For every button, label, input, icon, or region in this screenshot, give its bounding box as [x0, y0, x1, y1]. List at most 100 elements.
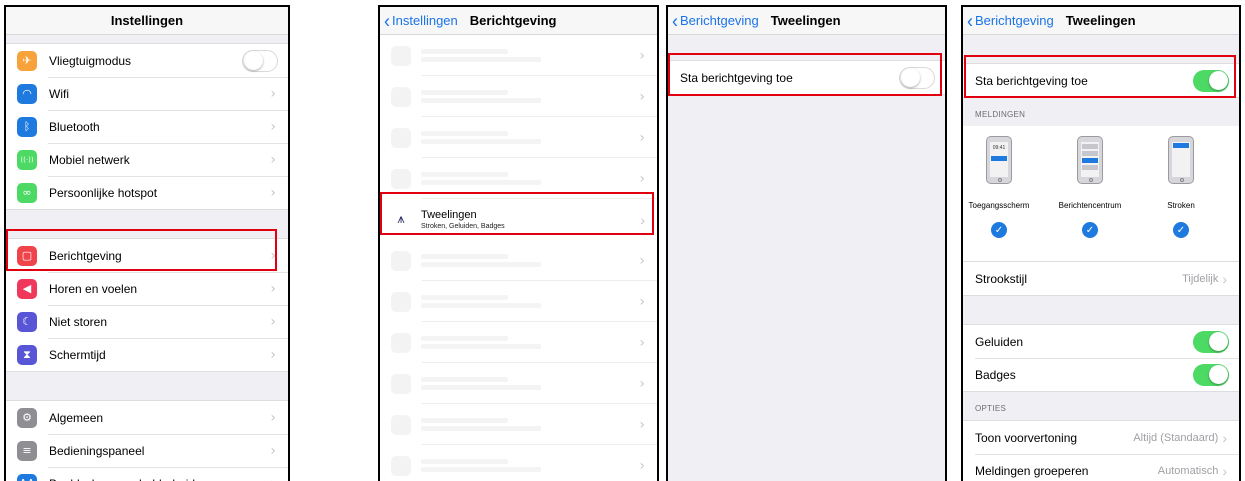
alert-style-picker: 09:41 Toegangsscherm Berichtencentrum St…	[963, 126, 1239, 262]
chevron-right-icon: ›	[640, 211, 645, 228]
allow-notifications-toggle[interactable]	[1193, 69, 1229, 92]
allow-notifications-toggle[interactable]	[899, 66, 935, 89]
lockscreen-phone-icon[interactable]: 09:41	[986, 136, 1012, 184]
app-icon	[391, 455, 411, 476]
settings-row-control-center[interactable]: ≡ Bedieningspaneel ›	[6, 434, 288, 467]
chevron-right-icon: ›	[1222, 270, 1227, 287]
settings-row-hourglass[interactable]: ⧗ Schermtijd ›	[6, 338, 288, 371]
checkmark-icon[interactable]: ✓	[1082, 222, 1098, 238]
app-row[interactable]: ›	[380, 404, 657, 445]
chevron-right-icon: ›	[270, 85, 276, 102]
chevron-right-icon: ›	[639, 252, 645, 269]
gear-icon: ⚙	[17, 407, 37, 428]
chevron-right-icon: ›	[270, 280, 276, 297]
display-icon: AA	[17, 473, 37, 481]
app-row[interactable]: ›	[380, 117, 657, 158]
app-row[interactable]: ›	[380, 445, 657, 481]
opties-header: OPTIES	[975, 404, 1007, 413]
app-row[interactable]: ›	[380, 322, 657, 363]
hourglass-icon: ⧗	[17, 344, 37, 365]
phone-time: 09:41	[992, 145, 1006, 151]
settings-row-sounds[interactable]: ◀ Horen en voelen ›	[6, 272, 288, 305]
settings-navbar: Instellingen	[6, 7, 288, 35]
chevron-right-icon: ›	[639, 416, 645, 433]
settings-row-wifi[interactable]: ◠ Wifi ›	[6, 77, 288, 110]
app-row[interactable]: ›	[380, 76, 657, 117]
app-icon	[391, 332, 411, 353]
chevron-right-icon: ›	[270, 442, 276, 459]
hotspot-icon: ∞	[17, 182, 37, 203]
settings-row-label: Wifi	[49, 86, 69, 101]
settings-row-gear[interactable]: ⚙ Algemeen ›	[6, 401, 288, 434]
allow-notifications-row[interactable]: Sta berichtgeving toe	[963, 64, 1239, 97]
chevron-right-icon: ›	[639, 129, 645, 146]
settings-row-label: Algemeen	[49, 410, 104, 425]
app-navbar: ‹ Berichtgeving Tweelingen	[668, 7, 945, 35]
settings-row-label: Niet storen	[49, 314, 108, 329]
settings-row-label: Vliegtuigmodus	[49, 53, 132, 68]
settings-row-label: Bedieningspaneel	[49, 443, 145, 458]
chevron-right-icon: ›	[270, 409, 276, 426]
back-button[interactable]: ‹ Instellingen	[380, 9, 458, 32]
toon-voorvertoning-label: Toon voorvertoning	[975, 430, 1078, 445]
geluiden-row[interactable]: Geluiden	[963, 325, 1239, 358]
chevron-right-icon: ›	[1222, 429, 1227, 446]
checkmark-icon[interactable]: ✓	[991, 222, 1007, 238]
settings-row-airplane[interactable]: ✈ Vliegtuigmodus	[6, 44, 288, 77]
app-row[interactable]: ›	[380, 363, 657, 404]
app-notifications-panel-off: ‹ Berichtgeving Tweelingen Sta berichtgev…	[666, 5, 947, 481]
app-icon	[391, 414, 411, 435]
badges-row[interactable]: Badges	[963, 358, 1239, 391]
airplane-mode-toggle[interactable]	[242, 49, 278, 72]
app-navbar: ‹ Berichtgeving Tweelingen	[963, 7, 1239, 35]
settings-row-hotspot[interactable]: ∞ Persoonlijke hotspot ›	[6, 176, 288, 209]
toon-voorvertoning-row[interactable]: Toon voorvertoning Altijd (Standaard) ›	[963, 421, 1239, 454]
app-icon	[391, 291, 411, 312]
checkmark-icon[interactable]: ✓	[1173, 222, 1189, 238]
toon-voorvertoning-value: Altijd (Standaard)	[1133, 431, 1219, 444]
bluetooth-icon: ᛒ	[17, 116, 37, 137]
app-icon	[391, 127, 411, 148]
chevron-right-icon: ›	[639, 88, 645, 105]
geluiden-toggle[interactable]	[1193, 330, 1229, 353]
chevron-right-icon: ›	[639, 334, 645, 351]
allow-notifications-row[interactable]: Sta berichtgeving toe	[668, 61, 945, 94]
banners-phone-icon[interactable]	[1168, 136, 1194, 184]
tweelingen-app-icon: ⩚	[397, 212, 405, 227]
app-icon	[391, 86, 411, 107]
chevron-right-icon: ›	[270, 247, 276, 264]
back-button[interactable]: ‹ Berichtgeving	[963, 11, 1054, 31]
app-notifications-panel-on: ‹ Berichtgeving Tweelingen Sta berichtgev…	[961, 5, 1241, 481]
settings-row-notifications[interactable]: ▢ Berichtgeving ›	[6, 239, 288, 272]
page-title: Instellingen	[110, 13, 184, 28]
chevron-right-icon: ›	[270, 346, 276, 363]
sounds-icon: ◀	[17, 278, 37, 299]
back-button[interactable]: ‹ Berichtgeving	[668, 11, 759, 31]
app-row[interactable]: ›	[380, 158, 657, 199]
settings-row-bluetooth[interactable]: ᛒ Bluetooth ›	[6, 110, 288, 143]
chevron-left-icon: ‹	[384, 9, 390, 32]
chevron-right-icon: ›	[639, 293, 645, 310]
badges-toggle[interactable]	[1193, 363, 1229, 386]
app-icon	[391, 168, 411, 189]
app-row[interactable]: ›	[380, 35, 657, 76]
app-row-tweelingen[interactable]: ⩚ Tweelingen Stroken, Geluiden, Badges ›	[380, 199, 657, 240]
app-notification-list: › › › › ⩚ Tweelingen Stroken, Geluiden, Badges…	[380, 35, 657, 481]
app-row[interactable]: ›	[380, 240, 657, 281]
app-row[interactable]: ›	[380, 281, 657, 322]
meldingen-header: MELDINGEN	[975, 110, 1026, 119]
settings-row-moon[interactable]: ☾ Niet storen ›	[6, 305, 288, 338]
settings-row-cellular[interactable]: ((·)) Mobiel netwerk ›	[6, 143, 288, 176]
alert-style-label: Toegangsscherm	[968, 201, 1030, 210]
settings-row-display[interactable]: AA Beeldscherm en helderheid›	[6, 467, 288, 481]
chevron-right-icon: ›	[639, 170, 645, 187]
notification-center-phone-icon[interactable]	[1077, 136, 1103, 184]
strookstijl-row[interactable]: Strookstijl Tijdelijk ›	[963, 262, 1239, 295]
allow-notifications-label: Sta berichtgeving toe	[975, 73, 1088, 88]
notifications-panel: ‹ Instellingen Berichtgeving › › › › ⩚ Tweelin…	[378, 5, 659, 481]
allow-notifications-label: Sta berichtgeving toe	[680, 70, 793, 85]
meldingen-groeperen-value: Automatisch	[1157, 464, 1219, 477]
moon-icon: ☾	[17, 311, 37, 332]
chevron-right-icon: ›	[270, 476, 276, 481]
meldingen-groeperen-row[interactable]: Meldingen groeperen Automatisch ›	[963, 454, 1239, 481]
